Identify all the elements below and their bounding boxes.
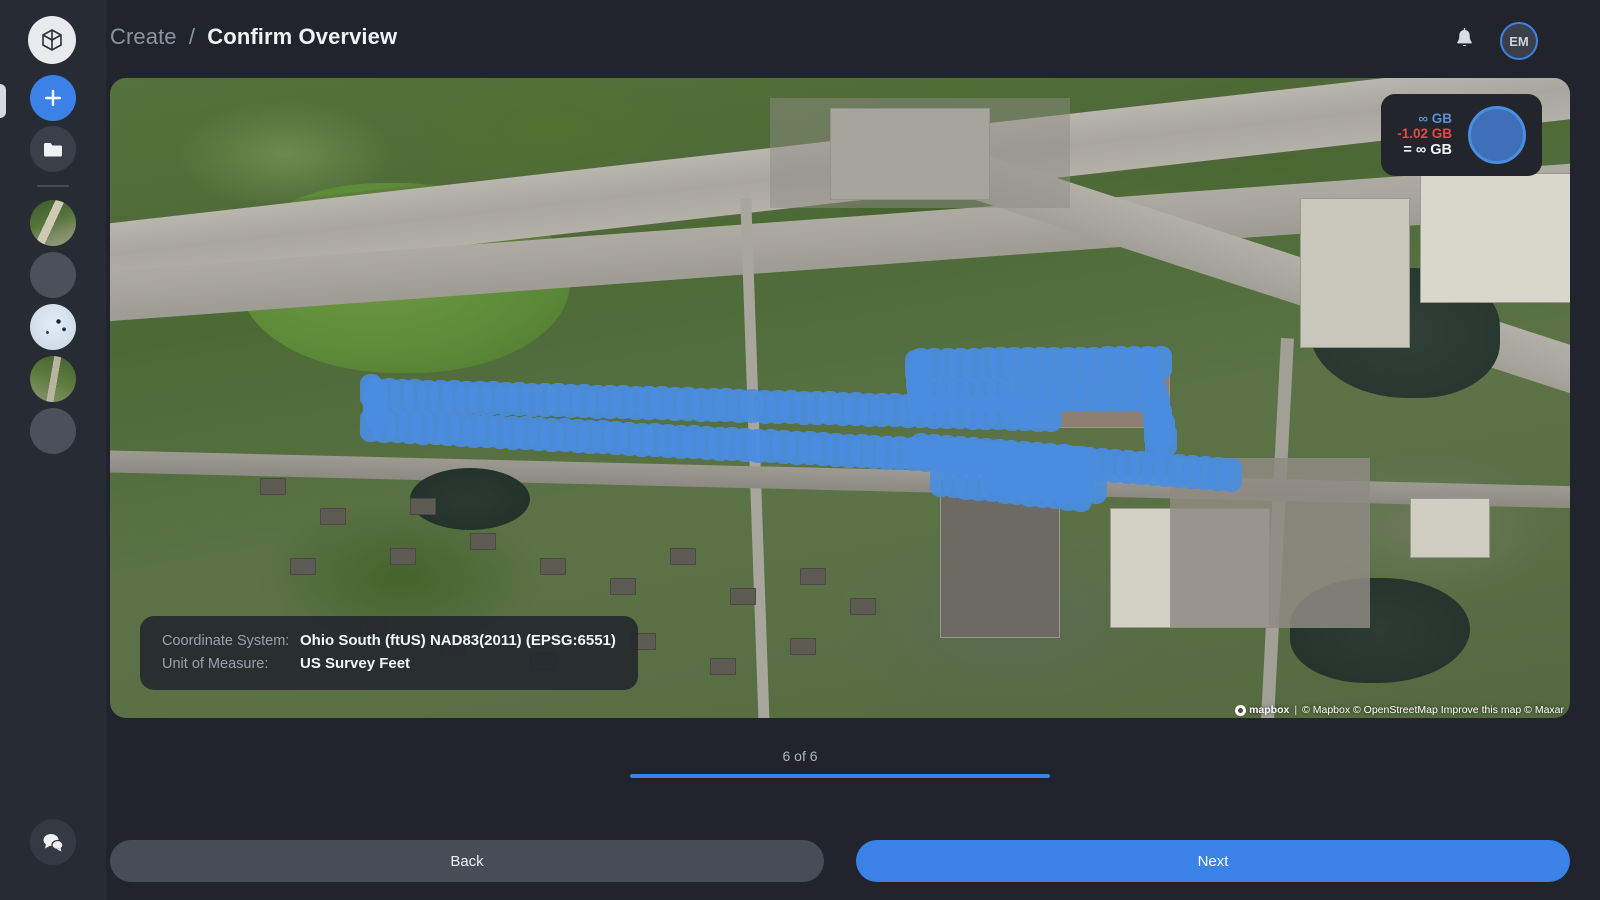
app-root: Create / Confirm Overview EM xyxy=(0,0,1600,900)
breadcrumb-current: Confirm Overview xyxy=(207,24,397,49)
map-attribution: mapbox | © Mapbox © OpenStreetMap Improv… xyxy=(1235,704,1564,716)
top-header: Create / Confirm Overview EM xyxy=(106,0,1600,78)
attribution-text[interactable]: © Mapbox © OpenStreetMap Improve this ma… xyxy=(1302,704,1564,716)
unit-of-measure-value: US Survey Feet xyxy=(300,655,410,672)
mapbox-logo[interactable]: mapbox xyxy=(1235,704,1289,716)
panel-collapse-handle[interactable] xyxy=(0,84,6,118)
storage-total: = ∞ GB xyxy=(1397,142,1452,159)
sidebar-item-project-5[interactable] xyxy=(30,408,76,454)
left-sidebar xyxy=(0,0,106,900)
chat-button[interactable] xyxy=(30,819,76,865)
mapbox-dot-icon xyxy=(1235,705,1246,716)
chat-bubbles-icon xyxy=(41,831,65,853)
add-button[interactable] xyxy=(30,75,76,121)
next-button[interactable]: Next xyxy=(856,840,1570,882)
folder-button[interactable] xyxy=(30,126,76,172)
sidebar-item-project-3[interactable] xyxy=(30,304,76,350)
progress-bar-fill xyxy=(630,774,1050,778)
unit-of-measure-label: Unit of Measure: xyxy=(162,656,300,672)
back-button[interactable]: Back xyxy=(110,840,824,882)
storage-available: ∞ GB xyxy=(1397,111,1452,127)
plus-icon xyxy=(43,88,63,108)
bell-icon xyxy=(1455,28,1474,49)
cube-logo-icon xyxy=(35,23,69,57)
coordinate-system-row: Coordinate System: Ohio South (ftUS) NAD… xyxy=(162,632,616,649)
wizard-footer: Back Next xyxy=(110,840,1570,882)
avatar[interactable]: EM xyxy=(1500,22,1538,60)
notifications-button[interactable] xyxy=(1455,28,1474,54)
sidebar-item-project-2[interactable] xyxy=(30,252,76,298)
sidebar-divider xyxy=(37,185,69,187)
header-actions: EM xyxy=(1455,22,1538,60)
app-logo[interactable] xyxy=(28,16,76,64)
coordinate-system-value: Ohio South (ftUS) NAD83(2011) (EPSG:6551… xyxy=(300,632,616,649)
storage-summary-card: ∞ GB -1.02 GB = ∞ GB xyxy=(1381,94,1542,176)
project-thumbnail-image xyxy=(30,200,76,246)
sidebar-item-project-1[interactable] xyxy=(30,200,76,246)
unit-of-measure-row: Unit of Measure: US Survey Feet xyxy=(162,655,616,672)
project-thumbnail-image xyxy=(30,356,76,402)
breadcrumb-parent[interactable]: Create xyxy=(110,24,177,49)
storage-used: -1.02 GB xyxy=(1397,126,1452,142)
storage-values: ∞ GB -1.02 GB = ∞ GB xyxy=(1397,111,1452,160)
mapbox-logo-text: mapbox xyxy=(1249,704,1289,716)
step-counter: 6 of 6 xyxy=(0,748,1600,764)
progress-bar[interactable] xyxy=(630,774,1050,778)
breadcrumb-separator: / xyxy=(189,24,195,49)
storage-usage-chart xyxy=(1468,106,1526,164)
breadcrumb: Create / Confirm Overview xyxy=(110,24,397,50)
attribution-separator: | xyxy=(1294,704,1297,716)
sidebar-item-project-4[interactable] xyxy=(30,356,76,402)
map-viewport[interactable]: ∞ GB -1.02 GB = ∞ GB Coordinate System: … xyxy=(110,78,1570,718)
folder-icon xyxy=(42,140,64,159)
project-thumbnail-image xyxy=(30,304,76,350)
coordinate-info-panel: Coordinate System: Ohio South (ftUS) NAD… xyxy=(140,616,638,690)
coordinate-system-label: Coordinate System: xyxy=(162,633,300,649)
